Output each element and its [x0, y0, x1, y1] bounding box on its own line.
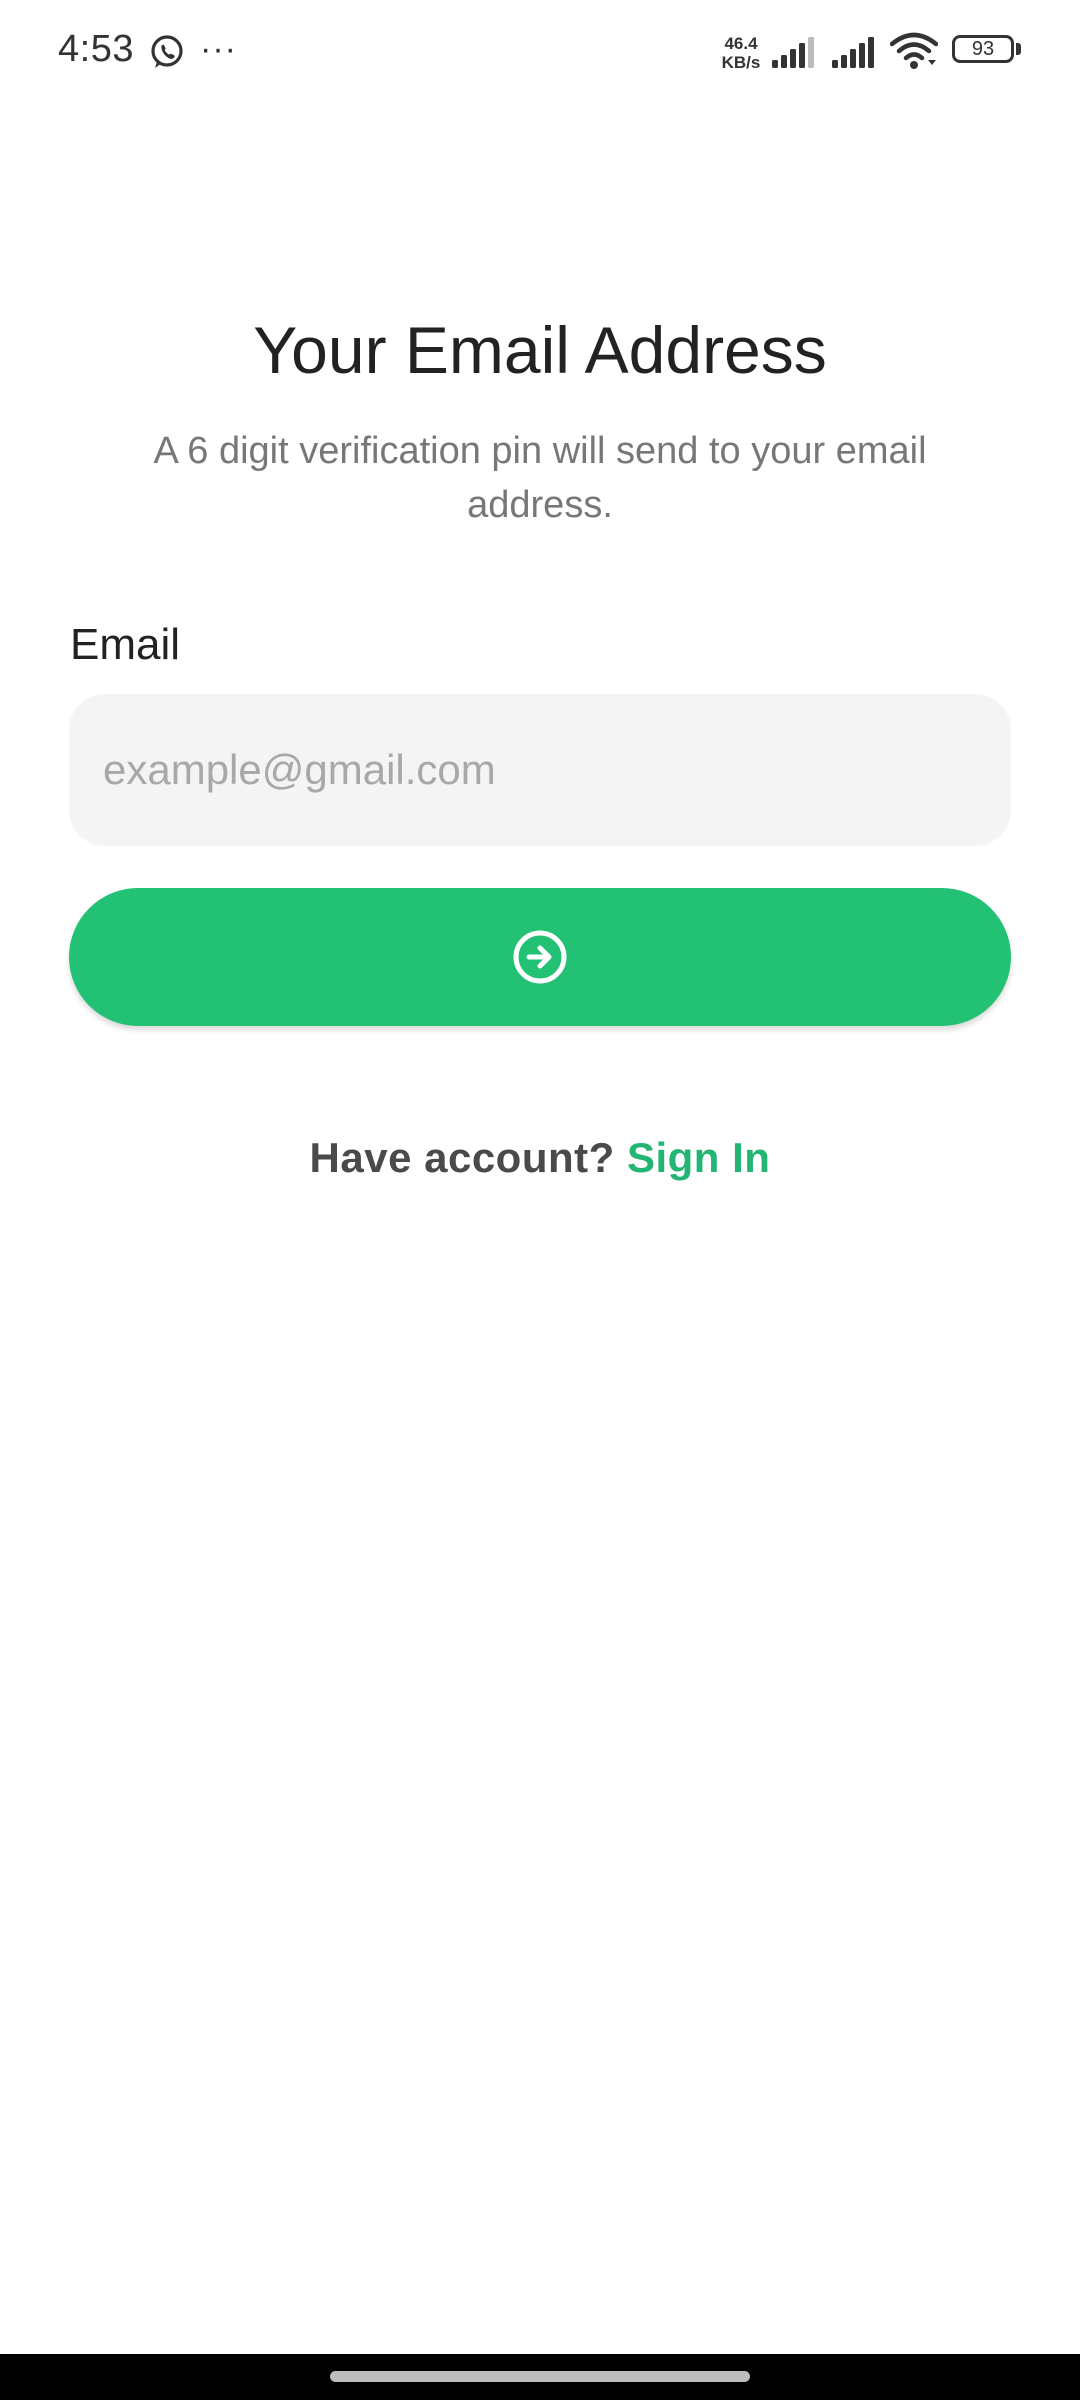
more-notifications-icon: ··· — [200, 30, 237, 68]
home-indicator[interactable] — [330, 2371, 750, 2382]
signal-icon — [772, 37, 814, 68]
battery-level: 93 — [971, 38, 995, 60]
email-label: Email — [70, 620, 181, 669]
battery-tip — [1016, 43, 1021, 55]
signal-icon — [832, 37, 874, 68]
network-speed-value: 46.4 — [724, 34, 758, 53]
status-time: 4:53 — [58, 28, 134, 70]
whatsapp-icon — [151, 35, 183, 68]
sign-in-link[interactable]: Sign In — [627, 1134, 771, 1181]
arrow-right-circle-icon — [513, 930, 567, 984]
status-bar: 4:53 ··· 46.4 KB/s 93 — [0, 0, 1080, 104]
page-subtitle: A 6 digit verification pin will send to … — [153, 430, 927, 526]
have-account-text: Have account? — [309, 1134, 627, 1181]
page-title: Your Email Address — [253, 313, 827, 387]
network-speed: 46.4 KB/s — [716, 34, 766, 72]
email-field[interactable] — [69, 694, 1011, 846]
navigation-bar — [0, 2354, 1080, 2400]
network-speed-unit: KB/s — [721, 53, 761, 72]
submit-button[interactable] — [69, 888, 1011, 1026]
wifi-icon — [890, 32, 938, 69]
signin-row: Have account? Sign In — [0, 1134, 1080, 1182]
battery-icon: 93 — [952, 35, 1014, 63]
